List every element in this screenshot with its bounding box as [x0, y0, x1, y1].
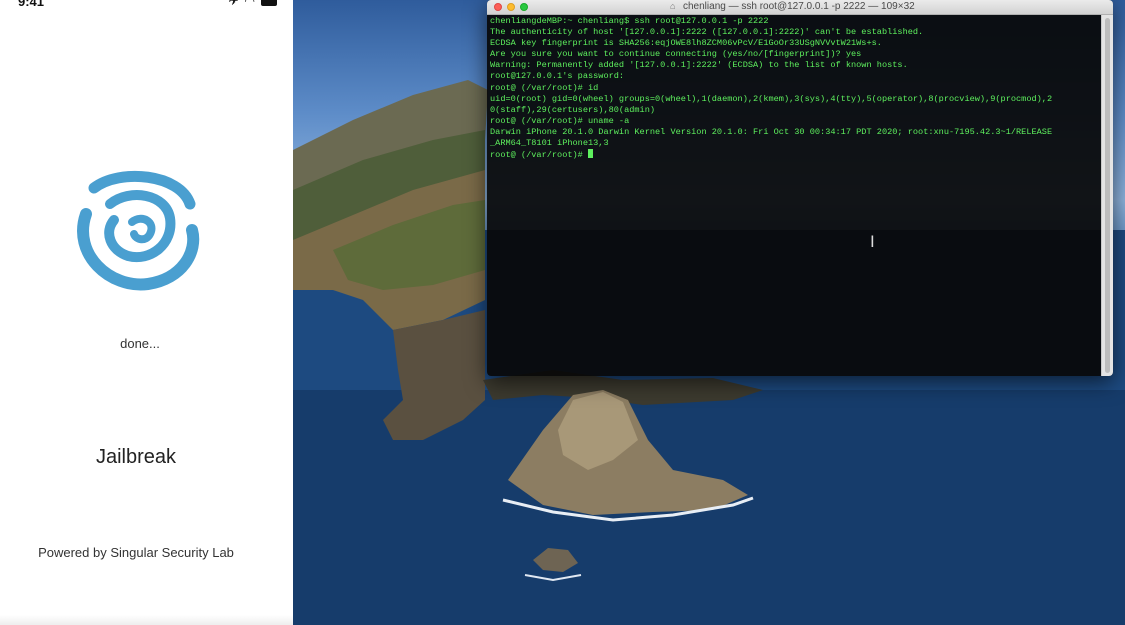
status-bar: 9:41 ✈ ◠ — [0, 0, 293, 9]
iphone-app-screen: 9:41 ✈ ◠ done... Jailbreak Powered by Sin… — [0, 0, 293, 625]
terminal-scrollbar[interactable] — [1101, 15, 1113, 376]
airplane-icon: ✈ — [228, 0, 239, 8]
terminal-line: root@127.0.0.1's password: — [490, 71, 625, 82]
battery-icon — [261, 0, 277, 6]
terminal-line: 0(staff),29(certusers),80(admin) — [490, 104, 656, 115]
terminal-line: Warning: Permanently added '[127.0.0.1]:… — [490, 60, 908, 71]
terminal-line: root@ (/var/root)# id — [490, 82, 599, 93]
home-indicator — [0, 615, 293, 625]
swirl-logo-icon — [77, 170, 200, 291]
terminal-prompt: root@ (/var/root)# — [490, 150, 588, 161]
credit-text: Powered by Singular Security Lab — [38, 545, 234, 560]
terminal-line: ECDSA key fingerprint is SHA256:eqjOWE8l… — [490, 38, 882, 49]
jailbreak-button[interactable]: Jailbreak — [60, 441, 212, 473]
terminal-line: _ARM64_T8101 iPhone13,3 — [490, 138, 609, 149]
zoom-window-button[interactable] — [520, 3, 528, 11]
status-time: 9:41 — [18, 0, 45, 9]
status-icons: ✈ ◠ — [222, 0, 277, 8]
minimize-window-button[interactable] — [507, 3, 515, 11]
terminal-line: root@ (/var/root)# uname -a — [490, 115, 630, 126]
ibeam-cursor-icon: I — [870, 232, 875, 251]
terminal-titlebar[interactable]: ⌂ chenliang — ssh root@127.0.0.1 -p 2222… — [487, 0, 1113, 15]
terminal-line: uid=0(root) gid=0(wheel) groups=0(wheel)… — [490, 93, 1053, 104]
progress-text: done... — [120, 336, 160, 351]
terminal-line: Darwin iPhone 20.1.0 Darwin Kernel Versi… — [490, 126, 1053, 137]
terminal-window[interactable]: ⌂ chenliang — ssh root@127.0.0.1 -p 2222… — [487, 0, 1113, 376]
terminal-line: chenliangdeMBP:~ chenliang$ ssh root@127… — [490, 16, 769, 26]
terminal-line: The authenticity of host '[127.0.0.1]:22… — [490, 27, 924, 38]
home-folder-icon: ⌂ — [670, 1, 676, 11]
wifi-icon: ◠ — [244, 0, 255, 8]
close-window-button[interactable] — [494, 3, 502, 11]
window-title: chenliang — ssh root@127.0.0.1 -p 2222 —… — [683, 1, 915, 12]
scrollbar-thumb[interactable] — [1105, 18, 1110, 373]
terminal-prompt-line[interactable]: root@ (/var/root)# — [490, 149, 1098, 160]
text-cursor — [588, 149, 593, 159]
terminal-output[interactable]: chenliangdeMBP:~ chenliang$ ssh root@127… — [490, 16, 1098, 160]
terminal-line: Are you sure you want to continue connec… — [490, 49, 862, 60]
